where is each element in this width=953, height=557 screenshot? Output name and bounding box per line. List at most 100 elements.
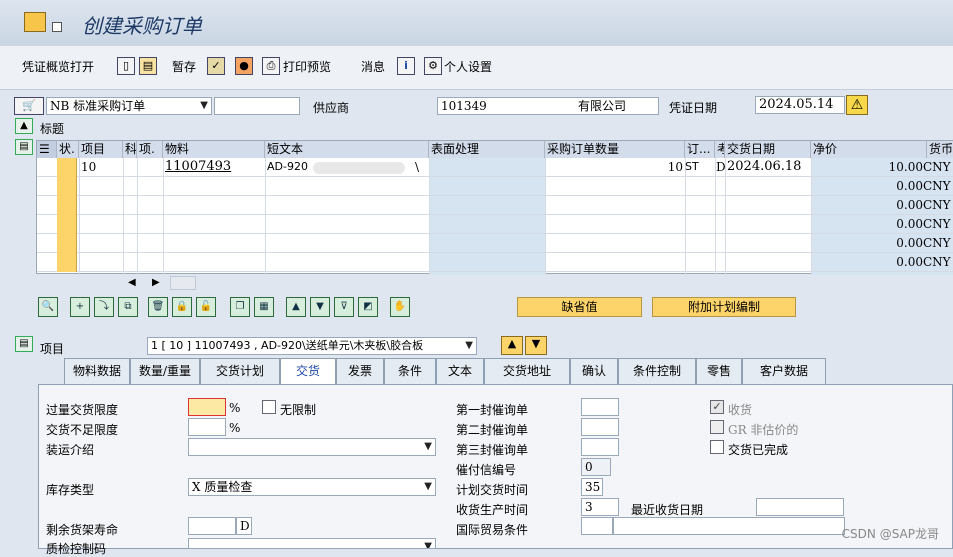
- row-selector[interactable]: [57, 253, 77, 272]
- material-link[interactable]: 11007493: [165, 158, 231, 176]
- net-price-cell[interactable]: 0.00: [813, 196, 923, 214]
- sort-ascending-icon[interactable]: ▲: [286, 297, 306, 317]
- net-price-cell[interactable]: 0.00: [813, 234, 923, 252]
- row-selector[interactable]: [57, 177, 77, 196]
- col-cat[interactable]: 考: [715, 141, 725, 158]
- print-preview-icon[interactable]: ⎙: [262, 57, 280, 75]
- hold-button[interactable]: 暂存: [172, 58, 196, 75]
- sap-menu-icon[interactable]: [24, 12, 46, 32]
- delete-icon[interactable]: 🗑: [148, 297, 168, 317]
- quantity-cell[interactable]: 10: [657, 158, 683, 176]
- currency-cell[interactable]: CNY: [923, 158, 951, 176]
- tab-delivery-schedule[interactable]: 交货计划: [200, 358, 280, 384]
- tab-material-data[interactable]: 物料数据: [64, 358, 130, 384]
- vendor-input[interactable]: 101349 有限公司: [437, 97, 659, 115]
- col-po-quantity[interactable]: 采购订单数量: [545, 141, 685, 158]
- personal-settings-icon[interactable]: ⚙: [424, 57, 442, 75]
- collapse-items-icon[interactable]: ▤: [15, 139, 33, 155]
- table-row[interactable]: 0.00 CNY: [37, 234, 953, 253]
- col-status[interactable]: 状.: [57, 141, 79, 158]
- document-number-input[interactable]: [214, 97, 300, 115]
- print-preview-button[interactable]: 打印预览: [283, 58, 331, 75]
- horizontal-scrollbar[interactable]: [170, 276, 196, 290]
- remaining-shelf-life-input[interactable]: [188, 517, 236, 535]
- insert-row-icon[interactable]: ⤵: [94, 297, 114, 317]
- cart-icon[interactable]: 🛒: [14, 97, 44, 115]
- default-values-button[interactable]: 缺省值: [517, 297, 642, 317]
- tab-confirmations[interactable]: 确认: [570, 358, 618, 384]
- scroll-right-icon[interactable]: ▶: [152, 277, 160, 288]
- select-all-icon[interactable]: ☰: [37, 141, 57, 158]
- reminder1-input[interactable]: [581, 398, 619, 416]
- tab-retail[interactable]: 零售: [696, 358, 742, 384]
- next-item-icon[interactable]: ▼: [525, 336, 547, 355]
- col-acct[interactable]: 科: [123, 141, 137, 158]
- new-document-icon[interactable]: ▯: [117, 57, 135, 75]
- hand-icon[interactable]: ✋: [390, 297, 410, 317]
- scroll-left-icon[interactable]: ◀: [128, 277, 136, 288]
- sort-descending-icon[interactable]: ▼: [310, 297, 330, 317]
- unit-cell[interactable]: ST: [685, 158, 699, 176]
- net-price-cell[interactable]: 0.00: [813, 177, 923, 195]
- col-unit[interactable]: 订...: [685, 141, 715, 158]
- copy-icon[interactable]: ❐: [230, 297, 250, 317]
- reminder2-input[interactable]: [581, 418, 619, 436]
- tab-delivery-address[interactable]: 交货地址: [484, 358, 570, 384]
- overdelivery-input[interactable]: [188, 398, 226, 416]
- col-item[interactable]: 项目: [79, 141, 123, 158]
- document-type-select[interactable]: NB 标准采购订单 ▼: [46, 97, 212, 115]
- additional-planning-button[interactable]: 附加计划编制: [652, 297, 796, 317]
- copy-row-icon[interactable]: ⧉: [118, 297, 138, 317]
- net-price-cell[interactable]: 0.00: [813, 215, 923, 233]
- delivery-date-cell[interactable]: 2024.06.18: [727, 158, 801, 176]
- col-short-text[interactable]: 短文本: [265, 141, 429, 158]
- date-cat-cell[interactable]: D: [716, 158, 726, 176]
- info-icon[interactable]: i: [397, 57, 415, 75]
- incoterms-input[interactable]: [581, 517, 613, 535]
- row-selector[interactable]: [57, 234, 77, 253]
- col-item-cat[interactable]: 项.: [137, 141, 163, 158]
- tab-texts[interactable]: 文本: [436, 358, 484, 384]
- currency-cell[interactable]: CNY: [923, 196, 951, 214]
- table-row[interactable]: 10 11007493 AD-920 \ 10 ST D 2024.06.18 …: [37, 158, 953, 177]
- stock-type-select[interactable]: X 质量检查 ▼: [188, 478, 436, 496]
- document-date-input[interactable]: 2024.05.14: [755, 96, 845, 114]
- planned-delivery-input[interactable]: 35: [581, 478, 603, 496]
- short-text-cell[interactable]: AD-920: [267, 158, 308, 176]
- tab-quantity-weight[interactable]: 数量/重量: [130, 358, 200, 384]
- unlimited-checkbox[interactable]: [262, 400, 276, 414]
- tab-customer-data[interactable]: 客户数据: [742, 358, 826, 384]
- currency-cell[interactable]: CNY: [923, 215, 951, 233]
- col-delivery-date[interactable]: 交货日期: [725, 141, 811, 158]
- lock-icon[interactable]: 🔒: [172, 297, 192, 317]
- open-document-icon[interactable]: ▤: [139, 57, 157, 75]
- col-currency[interactable]: 货币: [927, 141, 953, 158]
- check-icon[interactable]: ✓: [207, 57, 225, 75]
- currency-cell[interactable]: CNY: [923, 253, 951, 271]
- col-surface-treatment[interactable]: 表面处理: [429, 141, 545, 158]
- last-gr-date-input[interactable]: [756, 498, 844, 516]
- net-price-cell[interactable]: 0.00: [813, 253, 923, 271]
- col-material[interactable]: 物料: [163, 141, 265, 158]
- messages-button[interactable]: 消息: [361, 58, 385, 75]
- previous-item-icon[interactable]: ▲: [501, 336, 523, 355]
- underdelivery-input[interactable]: [188, 418, 226, 436]
- personal-settings-button[interactable]: 个人设置: [444, 58, 492, 75]
- tab-invoice[interactable]: 发票: [336, 358, 384, 384]
- tab-delivery[interactable]: 交货: [280, 358, 336, 384]
- filter-icon[interactable]: ⊽: [334, 297, 354, 317]
- currency-cell[interactable]: CNY: [923, 177, 951, 195]
- row-selector[interactable]: [57, 196, 77, 215]
- shipping-instr-select[interactable]: ▼: [188, 438, 436, 456]
- personal-object-icon[interactable]: ●: [235, 57, 253, 75]
- incoterms-location-input[interactable]: [613, 517, 845, 535]
- delivery-complete-checkbox[interactable]: [710, 440, 724, 454]
- table-row[interactable]: 0.00 CNY: [37, 215, 953, 234]
- expand-header-icon[interactable]: ▲: [15, 118, 33, 134]
- table-row[interactable]: 0.00 CNY: [37, 253, 953, 272]
- table-row[interactable]: 0.00 CNY: [37, 177, 953, 196]
- collapse-item-detail-icon[interactable]: ▤: [15, 336, 33, 352]
- gr-processing-input[interactable]: 3: [581, 498, 619, 516]
- row-selector[interactable]: [57, 215, 77, 234]
- table-row[interactable]: 0.00 CNY: [37, 196, 953, 215]
